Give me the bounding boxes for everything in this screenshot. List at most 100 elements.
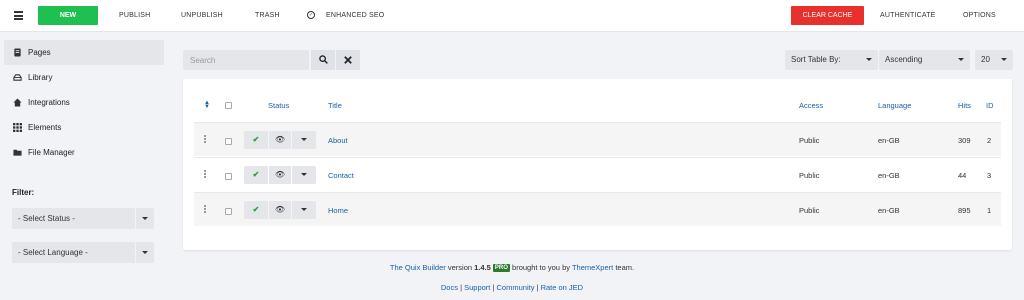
row-checkbox[interactable]	[225, 138, 232, 145]
sort-order-value: Ascending	[885, 55, 923, 64]
caret-down-icon	[301, 138, 307, 142]
menu-icon[interactable]	[14, 11, 23, 20]
language-select[interactable]: - Select Language -	[12, 242, 154, 263]
pages-table: ▲ ▼ Status Title Access Language Hits ID …	[183, 79, 1012, 250]
footer-credits: The Quix Builder version 1.4.5 PRO broug…	[0, 263, 1024, 272]
column-access[interactable]: Access	[799, 101, 823, 110]
drag-handle-icon[interactable]	[204, 205, 206, 214]
pro-badge: PRO	[492, 264, 510, 272]
status-dropdown-button[interactable]	[292, 201, 316, 219]
sidebar-item-elements[interactable]: Elements	[4, 115, 164, 140]
column-title[interactable]: Title	[328, 101, 342, 110]
sidebar-item-pages[interactable]: Pages	[4, 40, 164, 65]
library-icon	[13, 74, 22, 81]
row-access: Public	[799, 206, 820, 215]
version-text: version	[447, 263, 473, 272]
product-link[interactable]: The Quix Builder	[390, 263, 446, 272]
sort-icon[interactable]: ▲ ▼	[204, 100, 210, 110]
status-button-group: ✔ 👁	[244, 166, 316, 184]
chevron-down-icon	[1001, 58, 1007, 61]
column-status[interactable]: Status	[268, 101, 289, 110]
row-title[interactable]: Contact	[328, 171, 354, 180]
new-button[interactable]: NEW	[38, 6, 98, 25]
row-language: en-GB	[878, 171, 900, 180]
community-link[interactable]: Community	[497, 283, 535, 292]
chevron-down-icon	[142, 251, 148, 254]
sidebar-item-integrations[interactable]: Integrations	[4, 90, 164, 115]
docs-link[interactable]: Docs	[441, 283, 458, 292]
clear-cache-button[interactable]: CLEAR CACHE	[791, 6, 864, 25]
authenticate-button[interactable]: AUTHENTICATE	[880, 12, 936, 19]
enhanced-seo-button[interactable]: ENHANCED SEO	[326, 12, 384, 19]
eye-icon[interactable]: 👁	[269, 131, 291, 149]
team-text: team.	[615, 263, 635, 272]
published-check-icon[interactable]: ✔	[244, 131, 268, 149]
limit-select[interactable]: 20	[975, 50, 1013, 70]
caret-down-icon	[301, 208, 307, 212]
sidebar-item-label: Pages	[28, 48, 51, 57]
clear-search-button[interactable]	[336, 50, 360, 70]
sidebar-item-label: Library	[28, 73, 53, 82]
search-button[interactable]	[311, 50, 335, 70]
limit-value: 20	[981, 55, 990, 64]
brought-text: brought to you by	[512, 263, 570, 272]
drag-handle-icon[interactable]	[204, 170, 206, 179]
options-button[interactable]: OPTIONS	[963, 12, 996, 19]
search-input[interactable]	[183, 50, 309, 70]
status-select-value: - Select Status -	[18, 214, 75, 223]
table-row: ✔ 👁 Contact Public en-GB 44 3	[194, 157, 1001, 191]
company-link[interactable]: ThemeXpert	[572, 263, 613, 272]
chevron-down-icon	[958, 58, 964, 61]
support-link[interactable]: Support	[464, 283, 490, 292]
sidebar-item-label: File Manager	[28, 148, 75, 157]
row-id: 2	[987, 136, 992, 145]
status-dropdown-button[interactable]	[292, 131, 316, 149]
top-toolbar: NEW PUBLISH UNPUBLISH TRASH ✓ ENHANCED S…	[0, 0, 1024, 32]
drag-handle-icon[interactable]	[204, 135, 206, 144]
pages-icon	[14, 48, 21, 57]
version-number: 1.4.5	[474, 263, 491, 272]
sort-order-select[interactable]: Ascending	[879, 50, 970, 70]
language-select-value: - Select Language -	[18, 248, 88, 257]
row-checkbox[interactable]	[225, 173, 232, 180]
table-row: ✔ 👁 Home Public en-GB 895 1	[194, 192, 1001, 226]
sort-by-select[interactable]: Sort Table By:	[785, 50, 878, 70]
eye-icon[interactable]: 👁	[269, 201, 291, 219]
status-select[interactable]: - Select Status -	[12, 208, 154, 229]
column-language[interactable]: Language	[878, 101, 911, 110]
integrations-icon	[13, 98, 22, 107]
status-dropdown-button[interactable]	[292, 166, 316, 184]
caret-down-icon	[301, 173, 307, 177]
row-id: 1	[987, 206, 992, 215]
unpublish-button[interactable]: UNPUBLISH	[181, 12, 223, 19]
row-hits: 895	[958, 206, 971, 215]
publish-button[interactable]: PUBLISH	[119, 12, 150, 19]
sort-by-value: Sort Table By:	[791, 55, 841, 64]
eye-icon[interactable]: 👁	[269, 166, 291, 184]
sidebar-item-library[interactable]: Library	[4, 65, 164, 90]
published-check-icon[interactable]: ✔	[244, 166, 268, 184]
select-all-checkbox[interactable]	[225, 102, 232, 109]
close-icon	[344, 56, 352, 64]
footer-links: Docs | Support | Community | Rate on JED	[440, 283, 584, 292]
row-hits: 44	[958, 171, 967, 180]
row-id: 3	[987, 171, 992, 180]
trash-button[interactable]: TRASH	[255, 12, 280, 19]
chevron-down-icon	[142, 217, 148, 220]
row-title[interactable]: About	[328, 136, 348, 145]
table-row: ✔ 👁 About Public en-GB 309 2	[194, 122, 1001, 156]
row-language: en-GB	[878, 206, 900, 215]
published-check-icon[interactable]: ✔	[244, 201, 268, 219]
select-divider	[135, 208, 136, 229]
rate-on-jed-link[interactable]: Rate on JED	[541, 283, 584, 292]
sidebar-item-file-manager[interactable]: File Manager	[4, 140, 164, 165]
column-hits[interactable]: Hits	[958, 101, 971, 110]
check-circle-icon: ✓	[307, 11, 315, 19]
elements-icon	[13, 123, 22, 132]
row-language: en-GB	[878, 136, 900, 145]
sidebar-item-label: Elements	[28, 123, 62, 132]
column-id[interactable]: ID	[986, 101, 994, 110]
sidebar: Pages Library Integrations Elements File…	[4, 40, 164, 165]
row-title[interactable]: Home	[328, 206, 348, 215]
row-checkbox[interactable]	[225, 208, 232, 215]
